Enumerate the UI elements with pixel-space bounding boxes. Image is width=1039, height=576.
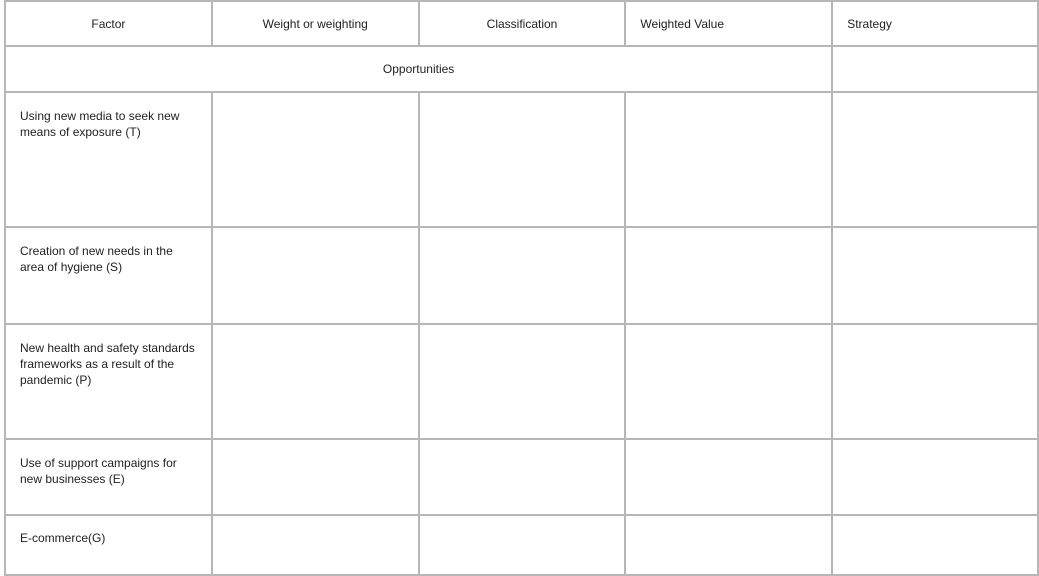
factor-cell: Using new media to seek new means of exp… — [4, 91, 213, 228]
weighted-value-cell[interactable] — [624, 323, 834, 440]
classification-cell[interactable] — [417, 91, 627, 228]
classification-cell[interactable] — [417, 514, 627, 576]
table-row: Using new media to seek new means of exp… — [4, 91, 1039, 228]
factor-cell: Creation of new needs in the area of hyg… — [4, 226, 213, 325]
header-weight: Weight or weighting — [210, 0, 420, 47]
classification-cell[interactable] — [417, 438, 627, 516]
header-weighted-value: Weighted Value — [624, 0, 834, 47]
weighted-value-cell[interactable] — [624, 91, 834, 228]
header-classification: Classification — [417, 0, 627, 47]
factor-cell: E-commerce(G) — [4, 514, 213, 576]
classification-cell[interactable] — [417, 323, 627, 440]
header-factor: Factor — [4, 0, 213, 47]
table-row: New health and safety standards framewor… — [4, 323, 1039, 440]
strategy-cell[interactable] — [831, 323, 1039, 440]
header-strategy: Strategy — [831, 0, 1039, 47]
weight-cell[interactable] — [210, 91, 420, 228]
weight-cell[interactable] — [210, 323, 420, 440]
weight-cell[interactable] — [210, 514, 420, 576]
weight-cell[interactable] — [210, 438, 420, 516]
section-strategy-cell[interactable] — [831, 45, 1039, 93]
section-label-opportunities: Opportunities — [3, 45, 834, 93]
factor-cell: New health and safety standards framewor… — [4, 323, 213, 440]
strategy-cell[interactable] — [831, 438, 1039, 516]
classification-cell[interactable] — [417, 226, 627, 325]
table-row: E-commerce(G) — [4, 514, 1039, 576]
header-row: Factor Weight or weighting Classificatio… — [4, 0, 1039, 47]
weighted-value-cell[interactable] — [624, 514, 834, 576]
weighted-value-cell[interactable] — [624, 438, 834, 516]
strategy-cell[interactable] — [831, 91, 1039, 228]
weight-cell[interactable] — [210, 226, 420, 325]
factor-cell: Use of support campaigns for new busines… — [4, 438, 213, 516]
opportunities-matrix-table: Factor Weight or weighting Classificatio… — [3, 0, 1039, 576]
strategy-cell[interactable] — [831, 226, 1039, 325]
section-row: Opportunities — [3, 45, 1039, 93]
table-row: Creation of new needs in the area of hyg… — [4, 226, 1039, 325]
strategy-cell[interactable] — [831, 514, 1039, 576]
weighted-value-cell[interactable] — [624, 226, 834, 325]
table-row: Use of support campaigns for new busines… — [4, 438, 1039, 516]
